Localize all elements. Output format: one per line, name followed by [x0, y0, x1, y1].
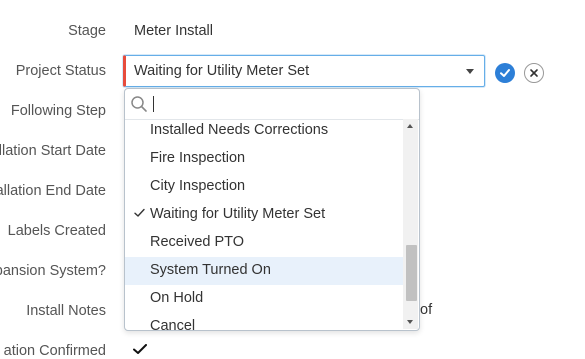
option-on-hold[interactable]: On Hold [125, 285, 403, 313]
stage-label: Stage [68, 23, 106, 39]
labels-created-label: Labels Created [7, 223, 106, 239]
option-system-turned-on[interactable]: System Turned On [125, 257, 403, 285]
option-label: City Inspection [150, 178, 246, 194]
option-label: Fire Inspection [150, 150, 246, 166]
project-status-label: Project Status [15, 63, 106, 79]
dropdown-search-row [125, 89, 419, 120]
check-circle-icon [500, 69, 510, 77]
option-label: Installed Needs Corrections [150, 122, 329, 138]
option-installed-needs-corrections[interactable]: Installed Needs Corrections [125, 119, 403, 145]
checkmark-icon [133, 344, 147, 354]
following-step-label: Following Step [10, 103, 106, 119]
option-label: System Turned On [150, 262, 271, 278]
close-circle-icon [530, 69, 538, 77]
search-icon [131, 96, 147, 112]
project-status-select[interactable]: Waiting for Utility Meter Set [123, 55, 485, 87]
option-label: Waiting for Utility Meter Set [150, 206, 326, 222]
expansion-system-label: pansion System? [0, 263, 106, 279]
checkmark-icon [134, 208, 145, 217]
status-dropdown: Installed Needs Corrections Fire Inspect… [124, 88, 420, 331]
option-fire-inspection[interactable]: Fire Inspection [125, 145, 403, 173]
option-label: Cancel [150, 318, 196, 330]
option-waiting-for-utility-meter-set[interactable]: Waiting for Utility Meter Set [125, 201, 403, 229]
chevron-down-icon [466, 69, 474, 74]
dropdown-search-input[interactable] [151, 93, 401, 113]
option-city-inspection[interactable]: City Inspection [125, 173, 403, 201]
scroll-down-arrow-icon[interactable] [407, 320, 413, 324]
option-label: Received PTO [150, 234, 245, 250]
install-notes-label: Install Notes [26, 303, 106, 319]
installation-start-date-label: llation Start Date [0, 143, 106, 159]
project-status-select-value: Waiting for Utility Meter Set [134, 63, 310, 79]
installation-confirmed-label: ation Confirmed [3, 343, 106, 359]
scrollbar-thumb[interactable] [406, 245, 417, 301]
install-notes-trailing-text: of [420, 302, 433, 318]
text-cursor [153, 96, 154, 112]
stage-value: Meter Install [134, 23, 213, 39]
option-label: On Hold [150, 290, 204, 306]
installation-end-date-label: allation End Date [0, 183, 106, 199]
options-list: Installed Needs Corrections Fire Inspect… [125, 119, 403, 330]
option-cancel[interactable]: Cancel [125, 313, 403, 330]
confirm-button[interactable] [495, 63, 515, 83]
scroll-up-arrow-icon[interactable] [407, 124, 413, 128]
cancel-button[interactable] [524, 63, 544, 83]
dropdown-scrollbar[interactable] [403, 119, 418, 329]
option-received-pto[interactable]: Received PTO [125, 229, 403, 257]
